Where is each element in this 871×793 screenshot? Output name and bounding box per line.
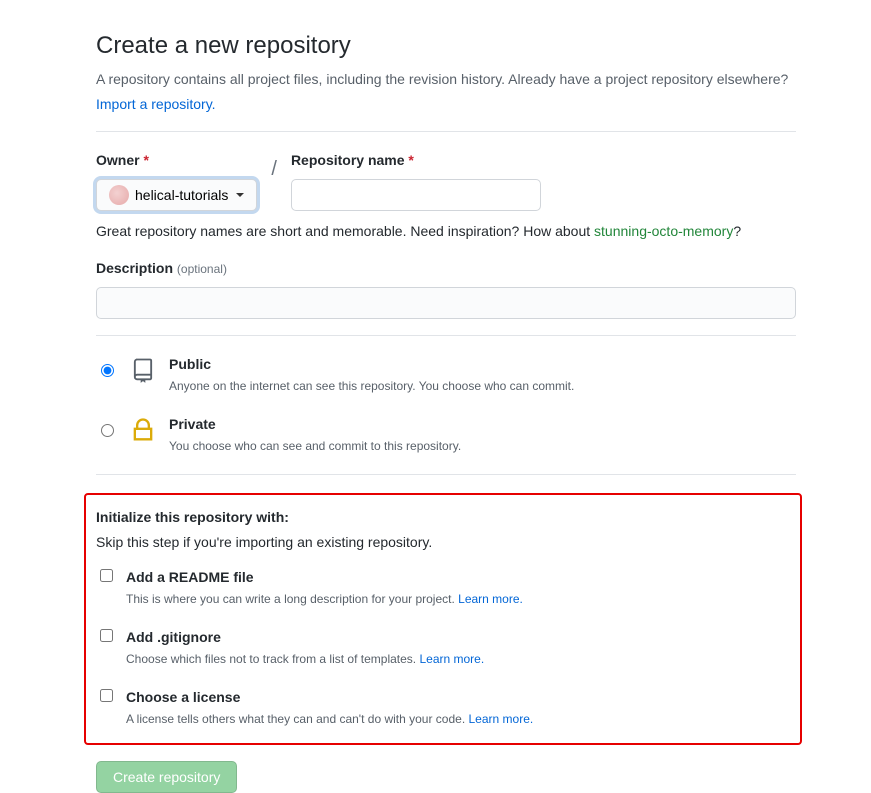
add-gitignore-desc: Choose which files not to track from a l… — [126, 652, 484, 666]
initialize-section: Initialize this repository with: Skip th… — [84, 493, 802, 745]
name-hint: Great repository names are short and mem… — [96, 221, 796, 242]
name-hint-prefix: Great repository names are short and mem… — [96, 223, 594, 239]
public-radio[interactable] — [101, 364, 114, 377]
public-desc: Anyone on the internet can see this repo… — [169, 379, 574, 393]
private-desc: You choose who can see and commit to thi… — [169, 439, 461, 453]
gitignore-learn-more-link[interactable]: Learn more. — [419, 652, 484, 666]
private-radio[interactable] — [101, 424, 114, 437]
import-repository-link[interactable]: Import a repository. — [96, 96, 216, 112]
name-hint-suffix: ? — [733, 223, 741, 239]
add-readme-label: Add a README file — [126, 567, 523, 588]
add-gitignore-checkbox[interactable] — [100, 629, 113, 642]
page-title: Create a new repository — [96, 28, 796, 64]
choose-license-label: Choose a license — [126, 687, 533, 708]
subtitle-text: A repository contains all project files,… — [96, 71, 788, 87]
page-subtitle: A repository contains all project files,… — [96, 69, 796, 90]
path-separator: / — [271, 150, 277, 184]
add-gitignore-label: Add .gitignore — [126, 627, 484, 648]
repo-name-input[interactable] — [291, 179, 541, 211]
divider — [96, 335, 796, 336]
chevron-down-icon — [236, 193, 244, 197]
owner-select-button[interactable]: helical-tutorials — [96, 179, 257, 211]
init-title: Initialize this repository with: — [96, 507, 790, 528]
divider — [96, 474, 796, 475]
repo-icon — [129, 356, 157, 384]
readme-learn-more-link[interactable]: Learn more. — [458, 592, 523, 606]
description-label: Description (optional) — [96, 258, 227, 279]
add-readme-checkbox[interactable] — [100, 569, 113, 582]
init-subtitle: Skip this step if you're importing an ex… — [96, 532, 790, 553]
divider — [96, 131, 796, 132]
lock-icon — [129, 416, 157, 444]
description-input[interactable] — [96, 287, 796, 319]
owner-label: Owner * — [96, 150, 257, 171]
owner-avatar — [109, 185, 129, 205]
choose-license-checkbox[interactable] — [100, 689, 113, 702]
choose-license-desc: A license tells others what they can and… — [126, 712, 533, 726]
public-label: Public — [169, 354, 574, 375]
add-readme-desc: This is where you can write a long descr… — [126, 592, 523, 606]
name-suggestion-link[interactable]: stunning-octo-memory — [594, 223, 733, 239]
repo-name-label: Repository name * — [291, 150, 541, 171]
owner-selected-name: helical-tutorials — [135, 187, 228, 203]
private-label: Private — [169, 414, 461, 435]
create-repository-button[interactable]: Create repository — [96, 761, 237, 793]
license-learn-more-link[interactable]: Learn more. — [469, 712, 534, 726]
